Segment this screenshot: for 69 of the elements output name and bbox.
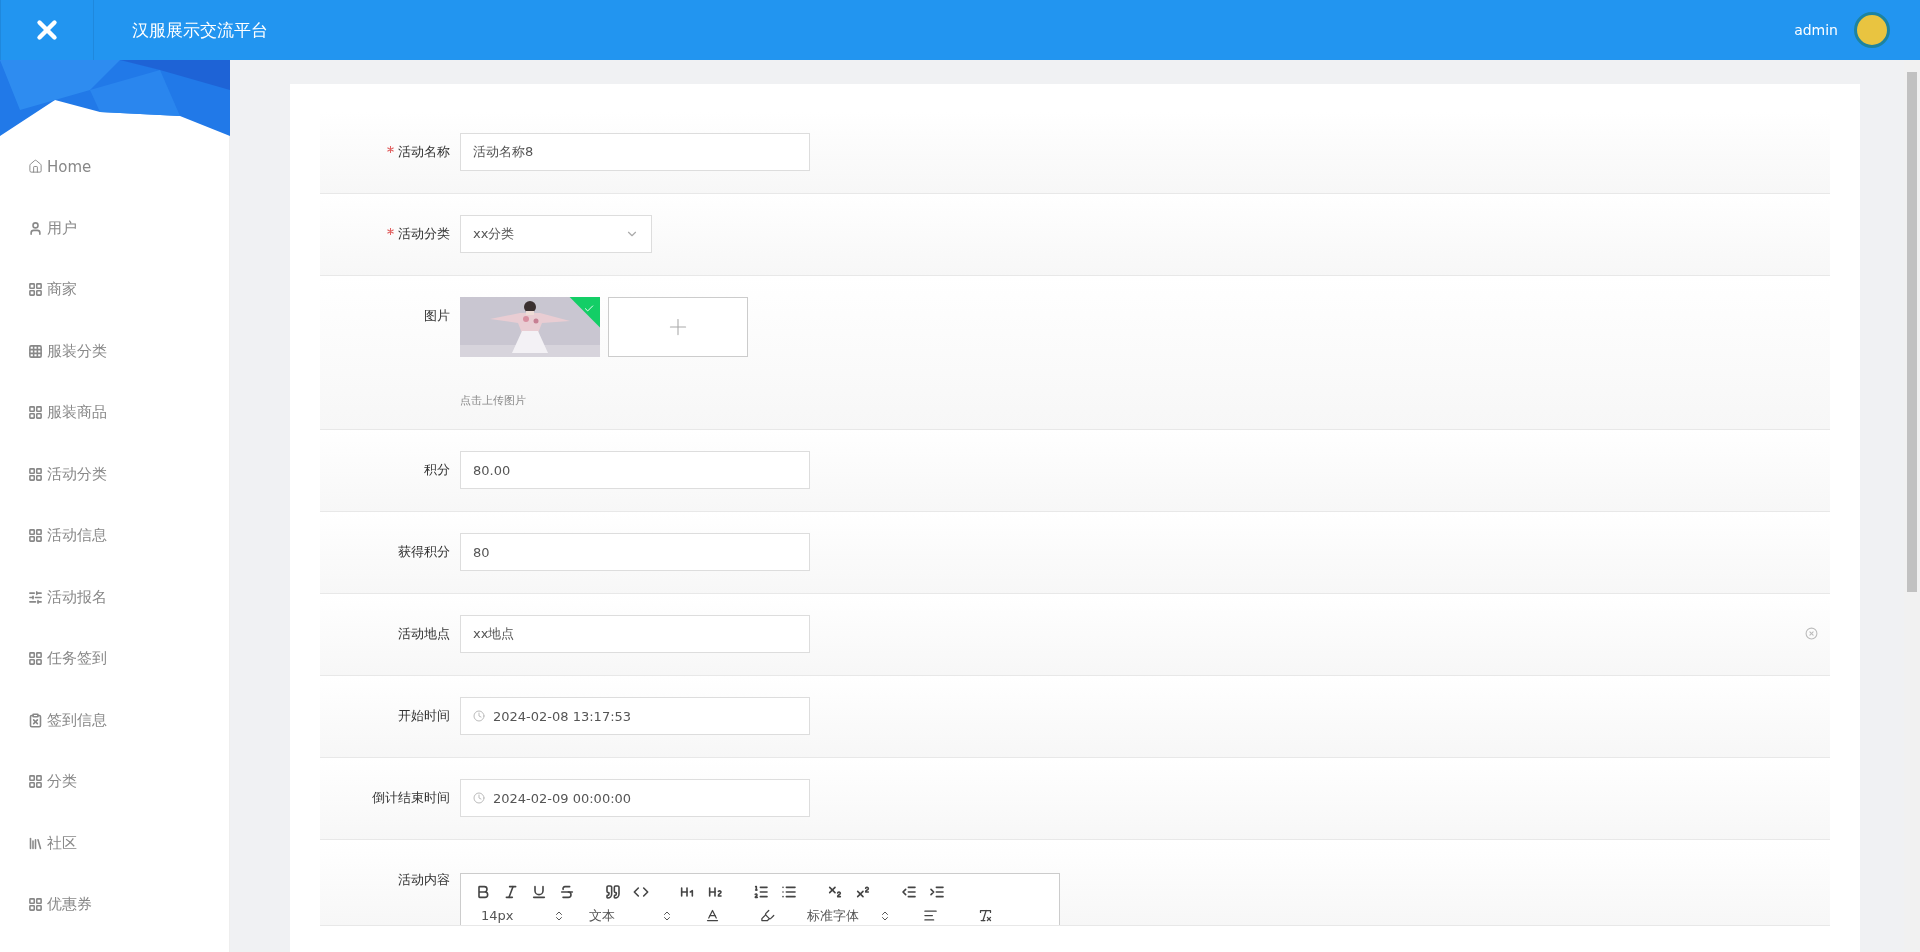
sidebar-label: 社区	[47, 833, 77, 853]
sidebar-label: 分类	[47, 772, 77, 792]
field-label: 获得积分	[397, 543, 451, 561]
sliders-icon	[28, 589, 43, 605]
upload-hint: 点击上传图片	[460, 393, 527, 408]
select-field[interactable]: xx分类	[460, 215, 652, 253]
sidebar-label: 商家	[47, 280, 77, 300]
input-field[interactable]: 活动名称8	[460, 133, 810, 171]
sidebar-label: 优惠券	[47, 895, 92, 915]
sidebar-item[interactable]: 签到信息	[0, 689, 229, 751]
up-down-icon	[661, 909, 673, 922]
field-label: 倒计结束时间	[371, 789, 451, 807]
sidebar-item[interactable]: 活动信息	[0, 505, 229, 567]
sidebar-item[interactable]: 活动报名	[0, 566, 229, 628]
sidebar-label: 活动报名	[47, 587, 107, 607]
sidebar-item[interactable]: 活动分类	[0, 443, 229, 505]
sidebar-label: 签到信息	[47, 710, 107, 730]
grid-icon	[28, 343, 43, 359]
grid-icon	[28, 774, 43, 790]
field-label: 活动名称	[320, 133, 460, 171]
sidebar-label: 活动信息	[47, 526, 107, 546]
sidebar-label: 活动分类	[47, 464, 107, 484]
font-picker[interactable]: 14px	[473, 908, 573, 923]
font-picker[interactable]: 文本	[581, 906, 681, 925]
sidebar-item[interactable]: 用户	[0, 197, 229, 259]
date-field[interactable]: 2024-02-08 13:17:53	[460, 697, 810, 735]
field-label: 活动地点	[397, 625, 451, 643]
sidebar-item[interactable]: 商家	[0, 259, 229, 321]
grid-icon	[28, 466, 43, 482]
up-down-icon	[553, 909, 565, 922]
check-icon	[583, 302, 595, 314]
grid-icon	[28, 282, 43, 298]
date-field[interactable]: 2024-02-09 00:00:00	[460, 779, 810, 817]
grid-icon	[28, 897, 43, 913]
sidebar-item[interactable]: 任务签到	[0, 628, 229, 690]
input-field[interactable]: 80	[460, 533, 810, 571]
sidebar-label: 服装分类	[47, 341, 107, 361]
sidebar-item[interactable]: 优惠券	[0, 874, 229, 936]
field-label: 开始时间	[397, 707, 451, 725]
quote-icon[interactable]	[603, 882, 623, 902]
clock-icon	[473, 710, 485, 722]
grid-icon	[28, 651, 43, 667]
books-icon	[28, 835, 43, 851]
field-label: 活动内容	[397, 871, 451, 889]
input-field[interactable]: xx地点	[460, 615, 810, 653]
field-label: 图片	[423, 307, 451, 325]
clock-icon	[473, 792, 485, 804]
sidebar-item[interactable]: 分类	[0, 751, 229, 813]
avatar[interactable]	[1854, 12, 1890, 48]
field-label: 积分	[423, 461, 451, 479]
sidebar-label: 任务签到	[47, 649, 107, 669]
input-field[interactable]: 80.00	[460, 451, 810, 489]
sidebar-item[interactable]: 社区	[0, 812, 229, 874]
home-icon	[28, 159, 43, 175]
grid-icon	[28, 405, 43, 421]
user-icon	[28, 220, 43, 236]
user-name[interactable]: admin	[1794, 22, 1838, 38]
app-title: 汉服展示交流平台	[132, 18, 269, 42]
grid-icon	[28, 528, 43, 544]
sidebar-label: Home	[47, 157, 92, 176]
clipboard-icon	[28, 712, 43, 728]
sidebar-label: 服装商品	[47, 403, 107, 423]
up-down-icon	[879, 909, 891, 922]
sidebar-item[interactable]: Home	[0, 136, 229, 198]
field-label: 活动分类	[320, 215, 460, 253]
sidebar-label: 用户	[47, 218, 77, 238]
font-picker[interactable]: 标准字体	[799, 906, 899, 925]
sidebar-item[interactable]: 服装商品	[0, 382, 229, 444]
sidebar-item[interactable]: 服装分类	[0, 320, 229, 382]
